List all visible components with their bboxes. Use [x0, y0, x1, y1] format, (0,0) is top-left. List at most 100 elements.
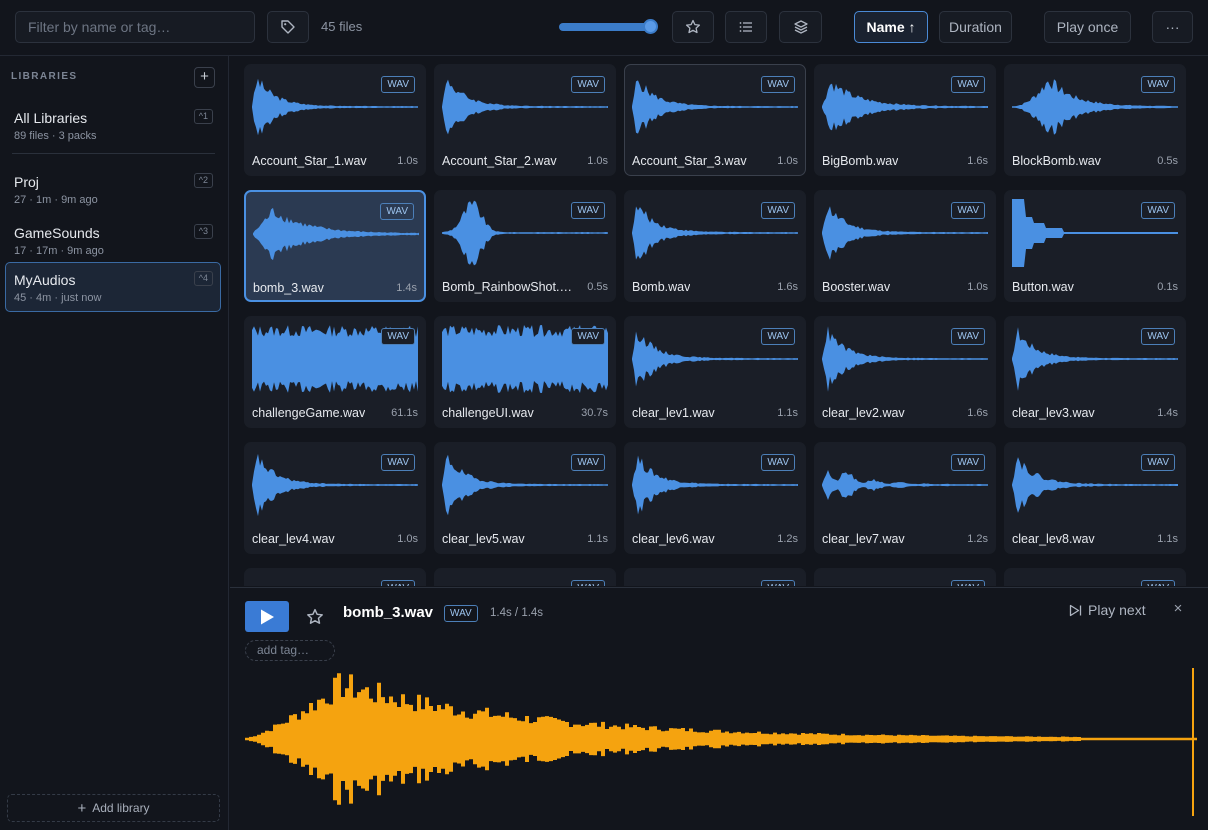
format-badge: WAV — [571, 202, 605, 219]
file-card[interactable]: WAV BigBomb.wav 1.6s — [814, 64, 996, 176]
playback-time: 1.4s / 1.4s — [490, 607, 544, 619]
file-card[interactable]: WAV BlockBomb.wav 0.5s — [1004, 64, 1186, 176]
shortcut-badge: ^4 — [193, 271, 213, 286]
layers-button[interactable] — [779, 11, 822, 43]
tag-filter-button[interactable] — [267, 11, 309, 43]
sort-by-name-label: Name ↑ — [866, 19, 916, 35]
file-card[interactable]: WAV — [624, 568, 806, 586]
close-icon[interactable]: × — [1170, 601, 1186, 617]
sidebar-item-proj[interactable]: Proj 27 · 1m · 9m ago ^2 — [5, 164, 221, 214]
library-name: Proj — [14, 174, 39, 190]
sort-by-name-button[interactable]: Name ↑ — [854, 11, 928, 43]
sort-by-duration-button[interactable]: Duration — [939, 11, 1012, 43]
format-badge: WAV — [761, 76, 795, 93]
format-badge: WAV — [1141, 454, 1175, 471]
file-name: Account_Star_1.wav — [252, 154, 367, 168]
library-meta: 27 · 1m · 9m ago — [14, 194, 98, 206]
add-library-icon-button[interactable]: + — [194, 67, 215, 88]
file-card[interactable]: WAV challengeUI.wav 30.7s — [434, 316, 616, 428]
file-card[interactable]: WAV clear_lev4.wav 1.0s — [244, 442, 426, 554]
file-name: clear_lev4.wav — [252, 532, 335, 546]
waveform-shape — [245, 673, 1197, 805]
add-library-label: Add library — [92, 801, 150, 815]
file-duration: 1.0s — [967, 281, 988, 293]
list-icon — [739, 22, 752, 32]
file-duration: 0.1s — [1157, 281, 1178, 293]
player-waveform[interactable] — [245, 666, 1197, 818]
more-icon: ··· — [1165, 19, 1180, 35]
favorite-button[interactable] — [304, 606, 326, 628]
list-view-button[interactable] — [725, 11, 767, 43]
play-next-button[interactable]: Play next — [1069, 602, 1146, 618]
file-grid: WAV Account_Star_1.wav 1.0s WAV Account_Star… — [230, 56, 1208, 586]
sidebar-item-all-libraries[interactable]: All Libraries 89 files · 3 packs ^1 — [5, 100, 221, 150]
sidebar-item-myaudios[interactable]: MyAudios 45 · 4m · just now ^4 — [5, 262, 221, 312]
file-duration: 0.5s — [1157, 155, 1178, 167]
file-name: clear_lev1.wav — [632, 406, 715, 420]
file-card[interactable]: WAV Button.wav 0.1s — [1004, 190, 1186, 302]
library-name: MyAudios — [14, 272, 76, 288]
skip-next-icon — [1069, 604, 1082, 616]
file-duration: 1.0s — [397, 155, 418, 167]
format-badge: WAV — [951, 76, 985, 93]
file-duration: 1.6s — [967, 155, 988, 167]
format-badge: WAV — [951, 454, 985, 471]
add-tag-input[interactable]: add tag… — [245, 640, 335, 661]
file-card[interactable]: WAV clear_lev3.wav 1.4s — [1004, 316, 1186, 428]
file-card[interactable]: WAV — [244, 568, 426, 586]
play-button[interactable] — [245, 601, 289, 632]
search-input[interactable] — [15, 11, 255, 43]
favorites-filter-button[interactable] — [672, 11, 714, 43]
file-name: challengeUI.wav — [442, 406, 534, 420]
shortcut-badge: ^3 — [193, 224, 213, 239]
file-card[interactable]: WAV challengeGame.wav 61.1s — [244, 316, 426, 428]
file-duration: 1.6s — [777, 281, 798, 293]
file-card[interactable]: WAV clear_lev1.wav 1.1s — [624, 316, 806, 428]
sort-by-duration-label: Duration — [949, 19, 1002, 35]
file-card[interactable]: WAV bomb_3.wav 1.4s — [244, 190, 426, 302]
format-badge: WAV — [571, 454, 605, 471]
more-options-button[interactable]: ··· — [1152, 11, 1193, 43]
layers-icon — [793, 20, 808, 34]
file-name: clear_lev3.wav — [1012, 406, 1095, 420]
file-card[interactable]: WAV Account_Star_3.wav 1.0s — [624, 64, 806, 176]
format-badge: WAV — [761, 328, 795, 345]
file-card[interactable]: WAV clear_lev2.wav 1.6s — [814, 316, 996, 428]
tag-icon — [281, 20, 295, 34]
file-card[interactable]: WAV Account_Star_2.wav 1.0s — [434, 64, 616, 176]
zoom-slider-handle[interactable] — [643, 19, 658, 34]
player-track-title: bomb_3.wav — [343, 604, 434, 621]
file-card[interactable]: WAV — [434, 568, 616, 586]
file-card[interactable]: WAV — [1004, 568, 1186, 586]
format-badge: WAV — [951, 202, 985, 219]
sidebar-item-gamesounds[interactable]: GameSounds 17 · 17m · 9m ago ^3 — [5, 215, 221, 265]
file-count: 45 files — [321, 19, 363, 34]
play-mode-label: Play once — [1056, 19, 1119, 35]
file-duration: 1.1s — [1157, 533, 1178, 545]
file-card[interactable]: WAV Bomb_RainbowShot.wav 0.5s — [434, 190, 616, 302]
file-name: BigBomb.wav — [822, 154, 899, 168]
file-card[interactable]: WAV Account_Star_1.wav 1.0s — [244, 64, 426, 176]
file-card[interactable]: WAV Bomb.wav 1.6s — [624, 190, 806, 302]
file-name: bomb_3.wav — [253, 281, 324, 295]
file-name: challengeGame.wav — [252, 406, 366, 420]
file-card[interactable]: WAV clear_lev7.wav 1.2s — [814, 442, 996, 554]
format-badge: WAV — [761, 202, 795, 219]
add-library-button[interactable]: + Add library — [7, 794, 220, 822]
file-duration: 1.4s — [396, 282, 417, 294]
format-badge: WAV — [381, 328, 415, 345]
file-name: Account_Star_3.wav — [632, 154, 747, 168]
file-name: clear_lev5.wav — [442, 532, 525, 546]
file-duration: 30.7s — [581, 407, 608, 419]
file-card[interactable]: WAV — [814, 568, 996, 586]
format-badge: WAV — [380, 203, 414, 220]
play-mode-button[interactable]: Play once — [1044, 11, 1131, 43]
file-duration: 1.2s — [777, 533, 798, 545]
file-name: clear_lev7.wav — [822, 532, 905, 546]
file-card[interactable]: WAV Booster.wav 1.0s — [814, 190, 996, 302]
divider — [12, 153, 215, 154]
file-card[interactable]: WAV clear_lev5.wav 1.1s — [434, 442, 616, 554]
file-card[interactable]: WAV clear_lev8.wav 1.1s — [1004, 442, 1186, 554]
format-badge: WAV — [571, 328, 605, 345]
file-card[interactable]: WAV clear_lev6.wav 1.2s — [624, 442, 806, 554]
